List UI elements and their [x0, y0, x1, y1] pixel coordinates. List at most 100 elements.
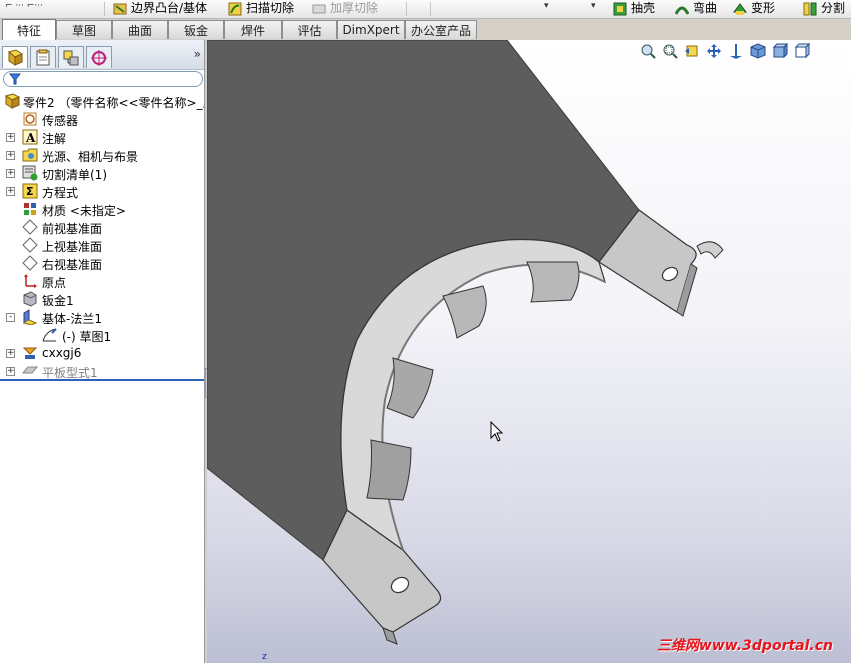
toolbar-dropdown-caret[interactable]: ▾: [591, 1, 596, 11]
flat-pattern-icon: [21, 363, 39, 379]
tree-item-label: 上视基准面: [42, 240, 103, 254]
view-orientation-icon[interactable]: [750, 43, 766, 59]
tab-sketch[interactable]: 草图: [56, 20, 112, 39]
tree-item-label: 方程式: [42, 186, 79, 200]
tree-filter-input[interactable]: [3, 71, 203, 87]
tree-item-sheet-metal[interactable]: 钣金1: [0, 290, 204, 308]
tree-item-right-plane[interactable]: 右视基准面: [0, 254, 204, 272]
tree-item-annotations[interactable]: + A 注解: [0, 128, 204, 146]
thicken-cut-label: 加厚切除: [330, 1, 379, 15]
cut-list-icon: [22, 165, 38, 181]
thicken-cut-icon: [312, 2, 326, 16]
pan-icon[interactable]: [706, 43, 722, 59]
tree-item-flat-pattern[interactable]: + 平板型式1: [0, 362, 204, 380]
tab-office-products[interactable]: 办公室产品: [405, 20, 477, 39]
tree-item-label: 前视基准面: [42, 222, 103, 236]
expander-minus[interactable]: -: [6, 313, 15, 322]
tab-evaluate[interactable]: 评估: [282, 20, 337, 39]
expander-plus[interactable]: +: [6, 151, 15, 160]
swept-cut-icon: [228, 2, 242, 16]
tab-features[interactable]: 特征: [2, 19, 56, 40]
tab-sheet-metal[interactable]: 钣金: [168, 20, 224, 39]
tab-dimxpert-label: DimXpert: [342, 23, 400, 37]
tree-item-part[interactable]: 零件2 （零件名称<<零件名称>_显: [0, 92, 204, 110]
swept-cut-button[interactable]: 扫描切除: [228, 0, 303, 17]
tree-item-label: 基体-法兰1: [42, 312, 102, 326]
deform-button[interactable]: 变形: [733, 0, 783, 17]
expander-plus[interactable]: +: [6, 349, 15, 358]
tab-dimxpertmanager[interactable]: [86, 46, 112, 68]
tree-item-label: 材质 <未指定>: [42, 204, 126, 218]
lights-cameras-icon: [22, 147, 38, 163]
tab-sketch-label: 草图: [71, 23, 96, 38]
reference-triad-label: z: [262, 652, 267, 662]
tree-item-origin[interactable]: 原点: [0, 272, 204, 290]
tab-configurationmanager[interactable]: [58, 46, 84, 68]
expander-plus[interactable]: +: [6, 367, 15, 376]
plane-icon: [22, 255, 38, 271]
features-toolbar: ⌐ ··· ⌐··· 边界凸台/基体 扫描切除 加厚切除 ▾ ▾ 抽壳 弯曲 变…: [0, 0, 851, 19]
sketch-icon: [42, 327, 58, 343]
toolbar-separator: [104, 2, 105, 16]
boundary-boss-icon: [113, 2, 127, 16]
panel-expand-button[interactable]: »: [194, 47, 201, 61]
split-button[interactable]: 分割: [803, 0, 851, 17]
hide-show-icon[interactable]: [794, 42, 811, 59]
tree-item-material[interactable]: 材质 <未指定>: [0, 200, 204, 218]
model-tab: [366, 439, 412, 501]
tree-item-sensors[interactable]: 传感器: [0, 110, 204, 128]
watermark: 三维网www.3dportal.cn: [656, 638, 833, 654]
tree-item-base-flange[interactable]: - 基体-法兰1: [0, 308, 204, 326]
toolbar-overflow-text: ⌐ ··· ⌐···: [5, 1, 43, 11]
flex-label: 弯曲: [693, 1, 718, 15]
expander-plus[interactable]: +: [6, 133, 15, 142]
tree-item-lights-cameras[interactable]: + 光源、相机与布景: [0, 146, 204, 164]
heads-up-view-toolbar: [640, 40, 851, 62]
tree-item-equations[interactable]: + Σ 方程式: [0, 182, 204, 200]
section-view-icon[interactable]: [728, 43, 744, 59]
mouse-cursor-icon: [490, 421, 504, 442]
rollback-bar[interactable]: [0, 379, 204, 381]
thicken-cut-button[interactable]: 加厚切除: [312, 0, 387, 17]
propertymanager-icon: [36, 49, 50, 65]
tree-item-cxxgj6[interactable]: + cxxgj6: [0, 344, 204, 362]
tree-item-cut-list[interactable]: + 切割清单(1): [0, 164, 204, 182]
expander-plus[interactable]: +: [6, 169, 15, 178]
toolbar-separator: [406, 2, 407, 16]
tab-featuremanager-tree[interactable]: [2, 46, 28, 68]
command-manager-tabs: 特征 草图 曲面 钣金 焊件 评估 DimXpert 办公室产品: [0, 19, 851, 40]
expander-plus[interactable]: +: [6, 187, 15, 196]
tree-item-front-plane[interactable]: 前视基准面: [0, 218, 204, 236]
tree-item-sketch1[interactable]: (-) 草图1: [0, 326, 204, 344]
tab-propertymanager[interactable]: [30, 46, 56, 68]
display-style-icon[interactable]: [772, 42, 789, 59]
origin-icon: [22, 273, 38, 289]
feature-cxxgj6-icon: [22, 345, 38, 361]
tab-dimxpert[interactable]: DimXpert: [337, 20, 405, 39]
tab-weldments[interactable]: 焊件: [224, 20, 282, 39]
tree-item-top-plane[interactable]: 上视基准面: [0, 236, 204, 254]
part-icon: [4, 93, 21, 109]
shell-button[interactable]: 抽壳: [613, 0, 663, 17]
tab-features-label: 特征: [16, 23, 41, 38]
zoom-to-fit-icon[interactable]: [640, 43, 656, 59]
flex-button[interactable]: 弯曲: [675, 0, 725, 17]
base-flange-icon: [22, 309, 38, 326]
flex-icon: [675, 2, 690, 16]
tab-surfaces[interactable]: 曲面: [112, 20, 168, 39]
tree-item-label: 注解: [42, 132, 67, 146]
dimxpertmanager-icon: [91, 49, 107, 66]
sheet-metal-model[interactable]: [207, 40, 851, 663]
boundary-boss-button[interactable]: 边界凸台/基体: [113, 0, 218, 17]
split-label: 分割: [821, 1, 846, 15]
toolbar-dropdown-caret[interactable]: ▾: [544, 1, 549, 11]
annotations-icon: A: [22, 129, 38, 145]
previous-view-icon[interactable]: [684, 43, 700, 59]
graphics-area[interactable]: z 三维网www.3dportal.cn: [207, 40, 851, 663]
tab-sheet-metal-label: 钣金: [183, 23, 208, 38]
tree-item-label: 传感器: [42, 114, 79, 128]
tab-weldments-label: 焊件: [240, 23, 265, 38]
tree-item-label: 光源、相机与布景: [42, 150, 139, 164]
zoom-to-area-icon[interactable]: [662, 43, 678, 59]
boundary-boss-label: 边界凸台/基体: [131, 1, 208, 15]
